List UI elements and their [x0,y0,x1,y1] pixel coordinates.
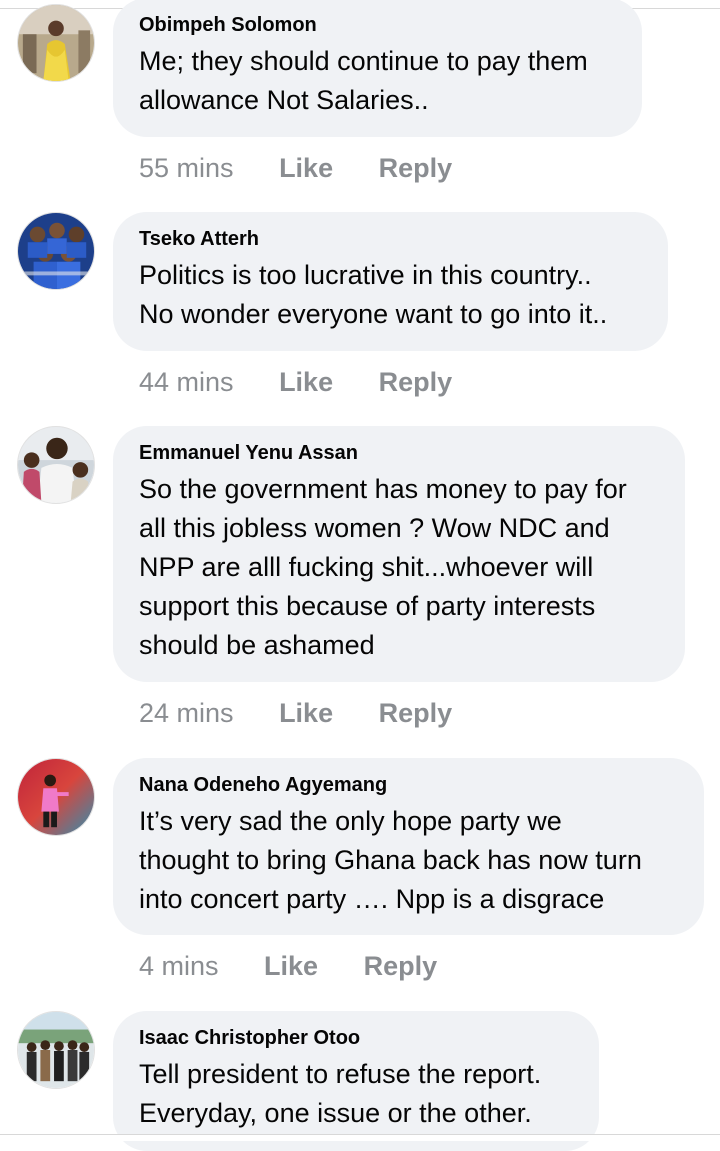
comment-time[interactable]: 55 mins [139,151,234,185]
profile-photo-icon [18,5,94,81]
comment-actions: 44 mins Like Reply [139,365,452,399]
comment-bubble: Tseko Atterh Politics is too lucrative i… [113,212,668,351]
profile-photo-icon [18,1012,94,1088]
avatar[interactable] [17,1011,95,1089]
reply-button[interactable]: Reply [379,696,453,730]
avatar[interactable] [17,212,95,290]
reply-button[interactable]: Reply [379,365,453,399]
like-button[interactable]: Like [279,365,333,399]
comment-text: So the government has money to pay for a… [139,474,627,660]
reply-button[interactable]: Reply [364,949,438,983]
comment-text: Politics is too lucrative in this countr… [139,260,608,329]
profile-photo-icon [18,213,94,289]
comment-author[interactable]: Emmanuel Yenu Assan [139,440,659,466]
reply-button[interactable]: Reply [379,151,453,185]
comment-text: It’s very sad the only hope party we tho… [139,806,642,914]
comment-author[interactable]: Isaac Christopher Otoo [139,1025,573,1051]
profile-photo-icon [18,759,94,835]
comment-text: Tell president to refuse the report. Eve… [139,1059,542,1128]
comment-author[interactable]: Tseko Atterh [139,226,642,252]
comment-time[interactable]: 4 mins [139,949,219,983]
comment-text: Me; they should continue to pay them all… [139,46,588,115]
comment-bubble: Nana Odeneho Agyemang It’s very sad the … [113,758,704,935]
like-button[interactable]: Like [264,949,318,983]
comment-time[interactable]: 24 mins [139,696,234,730]
comment-author[interactable]: Nana Odeneho Agyemang [139,772,678,798]
comment-actions: 24 mins Like Reply [139,696,452,730]
like-button[interactable]: Like [279,151,333,185]
avatar[interactable] [17,4,95,82]
comment-actions: 55 mins Like Reply [139,151,452,185]
avatar[interactable] [17,758,95,836]
comment-bubble: Isaac Christopher Otoo Tell president to… [113,1011,599,1151]
like-button[interactable]: Like [279,696,333,730]
comment-author[interactable]: Obimpeh Solomon [139,12,616,38]
comment-bubble: Obimpeh Solomon Me; they should continue… [113,0,642,137]
avatar[interactable] [17,426,95,504]
bottom-divider [0,1134,720,1141]
profile-photo-icon [18,427,94,503]
comment-actions: 4 mins Like Reply [139,949,437,983]
comment-bubble: Emmanuel Yenu Assan So the government ha… [113,426,685,682]
comment-time[interactable]: 44 mins [139,365,234,399]
